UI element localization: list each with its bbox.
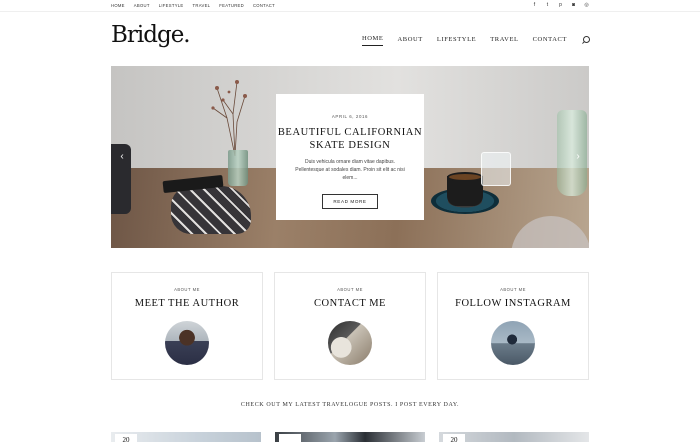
social-links: f t p ◙ ◎ [532,2,589,8]
twitter-icon[interactable]: t [545,2,550,8]
nav-item-contact[interactable]: CONTACT [533,36,567,46]
main-nav: HOME ABOUT LIFESTYLE TRAVEL CONTACT [361,35,590,46]
pinterest-icon[interactable]: p [558,2,563,8]
dribbble-icon[interactable]: ◎ [584,2,589,8]
nav-item-travel[interactable]: TRAVEL [490,36,518,46]
post-date-badge: 20 [443,434,465,442]
site-logo[interactable]: Bridge. [111,22,191,48]
instagram-icon[interactable]: ◙ [571,2,576,8]
hero-post-date: APRIL 6, 2016 [331,114,369,119]
slider-next-icon[interactable]: › [573,152,583,162]
contact-avatar[interactable] [328,321,372,365]
card-title[interactable]: FOLLOW INSTAGRAM [438,298,588,309]
top-nav-lifestyle[interactable]: LIFESTYLE [159,3,184,8]
post-thumbnail[interactable]: 20 [111,432,261,442]
card-title[interactable]: MEET THE AUTHOR [112,298,262,309]
hero-image-mittens [171,186,251,234]
hero-post-card: APRIL 6, 2016 BEAUTIFUL CALIFORNIAN SKAT… [276,94,424,220]
hero-post-title-line-1[interactable]: BEAUTIFUL CALIFORNIAN [276,126,424,139]
nav-item-home[interactable]: HOME [361,35,384,46]
instagram-avatar[interactable] [491,321,535,365]
hero-slider: ‹ › APRIL 6, 2016 BEAUTIFUL CALIFORNIAN … [111,66,589,248]
top-nav-travel[interactable]: TRAVEL [193,3,211,8]
card-kicker: ABOUT ME [500,287,526,292]
post-thumbnail[interactable] [275,432,425,442]
card-contact-me[interactable]: ABOUT ME CONTACT ME [274,272,426,380]
top-nav-home[interactable]: HOME [111,3,125,8]
hero-image-glass [481,152,511,186]
author-avatar[interactable] [165,321,209,365]
search-icon[interactable] [581,36,590,45]
top-bar: HOME ABOUT LIFESTYLE TRAVEL FEATURED CON… [0,0,700,12]
hero-post-title[interactable]: BEAUTIFUL CALIFORNIAN SKATE DESIGN [276,126,424,152]
facebook-icon[interactable]: f [532,2,537,8]
top-nav-featured[interactable]: FEATURED [219,3,244,8]
hero-image-vase [228,150,248,186]
card-meet-the-author[interactable]: ABOUT ME MEET THE AUTHOR [111,272,263,380]
feature-cards: ABOUT ME MEET THE AUTHOR ABOUT ME CONTAC… [111,272,589,380]
section-tagline: CHECK OUT MY LATEST TRAVELOGUE POSTS. I … [240,402,460,408]
nav-item-lifestyle[interactable]: LIFESTYLE [437,36,476,46]
post-thumbnail[interactable]: 20 [439,432,589,442]
latest-posts: 20 20 [111,432,589,442]
slider-prev-icon[interactable]: ‹ [117,152,127,162]
card-title[interactable]: CONTACT ME [275,298,425,309]
hero-post-excerpt: Duis vehicula ornare diam vitae dapibus.… [295,159,405,181]
top-nav-contact[interactable]: CONTACT [253,3,275,8]
top-nav: HOME ABOUT LIFESTYLE TRAVEL FEATURED CON… [111,3,275,8]
top-nav-about[interactable]: ABOUT [134,3,150,8]
nav-item-about[interactable]: ABOUT [397,36,422,46]
hero-image-coffee [447,172,483,182]
card-kicker: ABOUT ME [174,287,200,292]
hero-post-title-line-2[interactable]: SKATE DESIGN [276,139,424,152]
hero-image-dried-flowers [211,80,247,156]
card-follow-instagram[interactable]: ABOUT ME FOLLOW INSTAGRAM [437,272,589,380]
read-more-button[interactable]: READ MORE [322,194,378,209]
card-kicker: ABOUT ME [337,287,363,292]
post-date-badge [279,434,301,442]
post-date-badge: 20 [115,434,137,442]
